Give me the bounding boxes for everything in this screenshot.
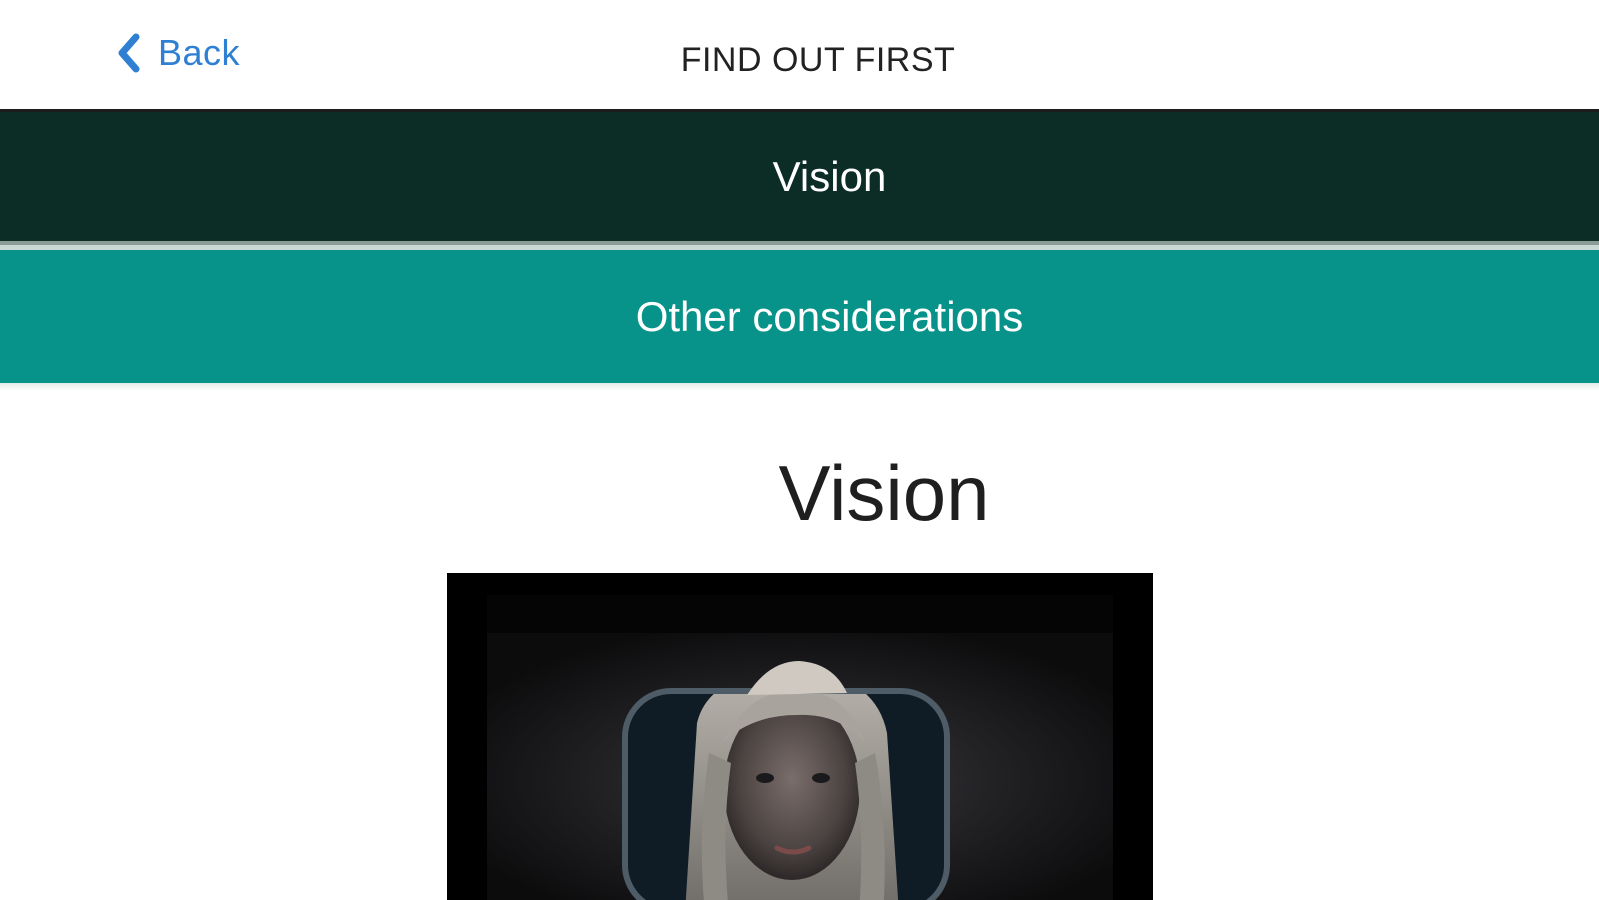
tab-other-considerations[interactable]: Other considerations [0, 250, 1599, 383]
navigation-bar: Back FIND OUT FIRST [0, 0, 1599, 112]
find-out-first-screen: Back FIND OUT FIRST Vision Other conside… [0, 0, 1599, 900]
video-player[interactable] [447, 573, 1153, 900]
tab-vision[interactable]: Vision [0, 112, 1599, 245]
tab-vision-label: Vision [772, 152, 887, 200]
tab-other-considerations-label: Other considerations [635, 292, 1024, 340]
video-frame-image [447, 573, 1153, 900]
content-heading: Vision [778, 449, 990, 537]
page-title: FIND OUT FIRST [680, 41, 956, 79]
tabs-shadow [0, 383, 1599, 391]
